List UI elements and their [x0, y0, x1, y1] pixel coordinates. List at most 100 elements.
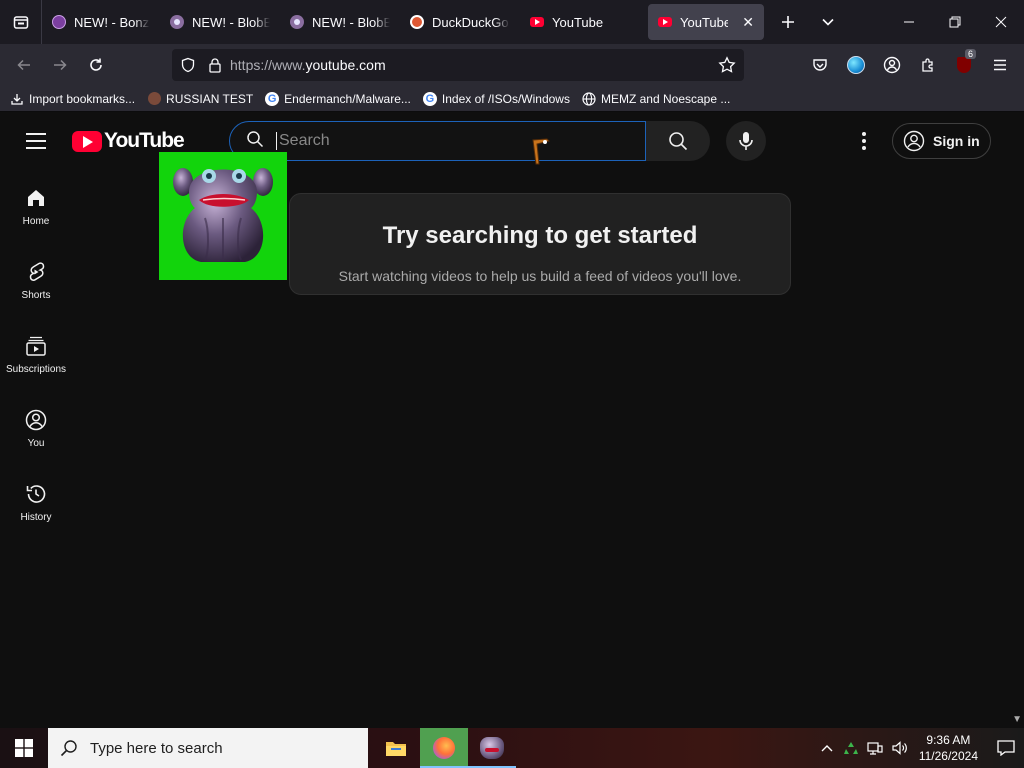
minimize-button[interactable] [886, 0, 932, 44]
navigation-toolbar: https://www.youtube.com 6 [0, 44, 1024, 86]
reload-icon [90, 58, 102, 71]
reload-button[interactable] [78, 49, 114, 81]
pocket-button[interactable] [802, 49, 838, 81]
firefox-view-icon [13, 16, 28, 29]
guide-label: Subscriptions [5, 363, 67, 375]
tab-bonzibuddy[interactable]: NEW! - BonziBUDD [42, 4, 160, 40]
tab-duckduckgo[interactable]: DuckDuckGo - [400, 4, 520, 40]
extension-globe-button[interactable] [838, 49, 874, 81]
tab-strip: NEW! - BonziBUDD NEW! - BlobBl NEW! - Bl… [0, 0, 1024, 44]
puzzle-icon [922, 58, 933, 72]
url-prefix: https://www. [230, 57, 306, 73]
address-bar[interactable]: https://www.youtube.com [172, 49, 744, 81]
bookmark-endermanch[interactable]: G Endermanch/Malware... [265, 91, 411, 106]
guide-menu-button[interactable] [18, 131, 54, 151]
search-button[interactable] [646, 121, 710, 161]
duckduckgo-icon [410, 15, 424, 29]
sign-in-label: Sign in [933, 133, 980, 149]
taskbar-search-box[interactable]: Type here to search [48, 728, 368, 768]
bookmark-russian-test[interactable]: RUSSIAN TEST [147, 92, 253, 106]
guide-item-shorts[interactable]: Shorts [0, 243, 72, 317]
bookmark-import[interactable]: Import bookmarks... [10, 92, 135, 106]
tab-blobbl-2[interactable]: NEW! - BlobBl [280, 4, 400, 40]
dot [862, 132, 866, 136]
taskbar-firefox[interactable] [420, 728, 468, 768]
forward-button[interactable] [42, 49, 78, 81]
blob-app-icon [480, 737, 504, 759]
you-icon [25, 409, 47, 430]
youtube-logo[interactable]: YouTube [72, 129, 185, 153]
taskbar-file-explorer[interactable] [372, 728, 420, 768]
url-text[interactable]: https://www.youtube.com [230, 57, 386, 73]
settings-more-button[interactable] [852, 129, 876, 153]
pocket-icon [813, 59, 827, 71]
toolbar-right: 6 [802, 44, 1024, 86]
search-box[interactable] [229, 121, 646, 161]
restore-icon [949, 16, 961, 28]
tab-title: NEW! - BonziBUDD [74, 14, 150, 30]
dot [862, 139, 866, 143]
guide-label: History [20, 511, 52, 523]
plus-icon [782, 16, 794, 28]
youtube-play-icon [72, 130, 102, 152]
close-window-button[interactable] [978, 0, 1024, 44]
tab-youtube-active[interactable]: YouTube ✕ [648, 4, 764, 40]
account-button[interactable] [874, 49, 910, 81]
extensions-button[interactable] [910, 49, 946, 81]
search-input[interactable] [276, 132, 645, 150]
site-icon [147, 92, 161, 106]
tab-title: YouTube [680, 14, 729, 30]
show-hidden-icons-chevron-up-icon[interactable] [821, 744, 833, 752]
firefox-icon [433, 737, 455, 759]
bookmark-label: RUSSIAN TEST [166, 91, 254, 106]
empty-feed-subtitle: Start watching videos to help us build a… [338, 268, 742, 284]
account-icon [883, 56, 901, 74]
close-tab-icon[interactable]: ✕ [742, 14, 754, 31]
bookmark-memz[interactable]: MEMZ and Noescape ... [582, 92, 730, 106]
bonzi-icon [52, 15, 66, 29]
blob-buddy-character[interactable] [159, 152, 287, 280]
subscriptions-icon [26, 336, 46, 356]
list-all-tabs-button[interactable] [808, 0, 848, 44]
new-tab-button[interactable] [768, 0, 808, 44]
guide-item-home[interactable]: Home [0, 169, 72, 243]
colorful-globe-icon [847, 56, 865, 74]
empty-feed-title: Try searching to get started [382, 222, 698, 249]
volume-icon[interactable] [891, 740, 909, 756]
ublock-button[interactable]: 6 [946, 49, 982, 81]
start-button[interactable] [0, 728, 48, 768]
app-menu-button[interactable] [982, 49, 1018, 81]
bookmark-star-icon[interactable] [718, 56, 736, 74]
guide-item-you[interactable]: You [0, 391, 72, 465]
scroll-down-arrow[interactable]: ▼ [1012, 714, 1022, 725]
voice-search-button[interactable] [726, 121, 766, 161]
tab-youtube-1[interactable]: YouTube [520, 4, 640, 40]
url-domain: youtube.com [305, 57, 386, 73]
chevron-down-icon [822, 18, 834, 26]
notification-center-button[interactable] [988, 728, 1024, 768]
network-icon[interactable] [867, 740, 883, 756]
guide-item-history[interactable]: History [0, 465, 72, 539]
firefox-view-button[interactable] [0, 0, 42, 44]
youtube-masthead: YouTube Sign in [0, 113, 1024, 169]
shorts-icon [29, 261, 45, 281]
history-icon [26, 484, 46, 503]
ublock-shield-icon [957, 57, 971, 73]
restore-button[interactable] [932, 0, 978, 44]
tracking-protection-shield-icon[interactable] [180, 57, 196, 73]
guide-item-subscriptions[interactable]: Subscriptions [0, 317, 72, 391]
tab-blobbl-1[interactable]: NEW! - BlobBl [160, 4, 280, 40]
bookmark-isos-windows[interactable]: G Index of /ISOs/Windows [422, 91, 570, 106]
taskbar-blob-app[interactable] [468, 728, 516, 768]
back-button[interactable] [6, 49, 42, 81]
recycle-tray-icon[interactable] [843, 740, 859, 756]
system-tray: 9:36 AM 11/26/2024 [821, 728, 1024, 768]
lock-icon[interactable] [208, 57, 222, 73]
sign-in-button[interactable]: Sign in [892, 123, 991, 159]
bookmarks-toolbar: Import bookmarks... RUSSIAN TEST G Ender… [0, 86, 1024, 112]
microphone-icon [739, 132, 753, 150]
tab-title: NEW! - BlobBl [312, 14, 390, 30]
taskbar-clock[interactable]: 9:36 AM 11/26/2024 [919, 732, 978, 764]
clock-time: 9:36 AM [926, 733, 971, 747]
mouse-cursor-icon [527, 138, 553, 173]
